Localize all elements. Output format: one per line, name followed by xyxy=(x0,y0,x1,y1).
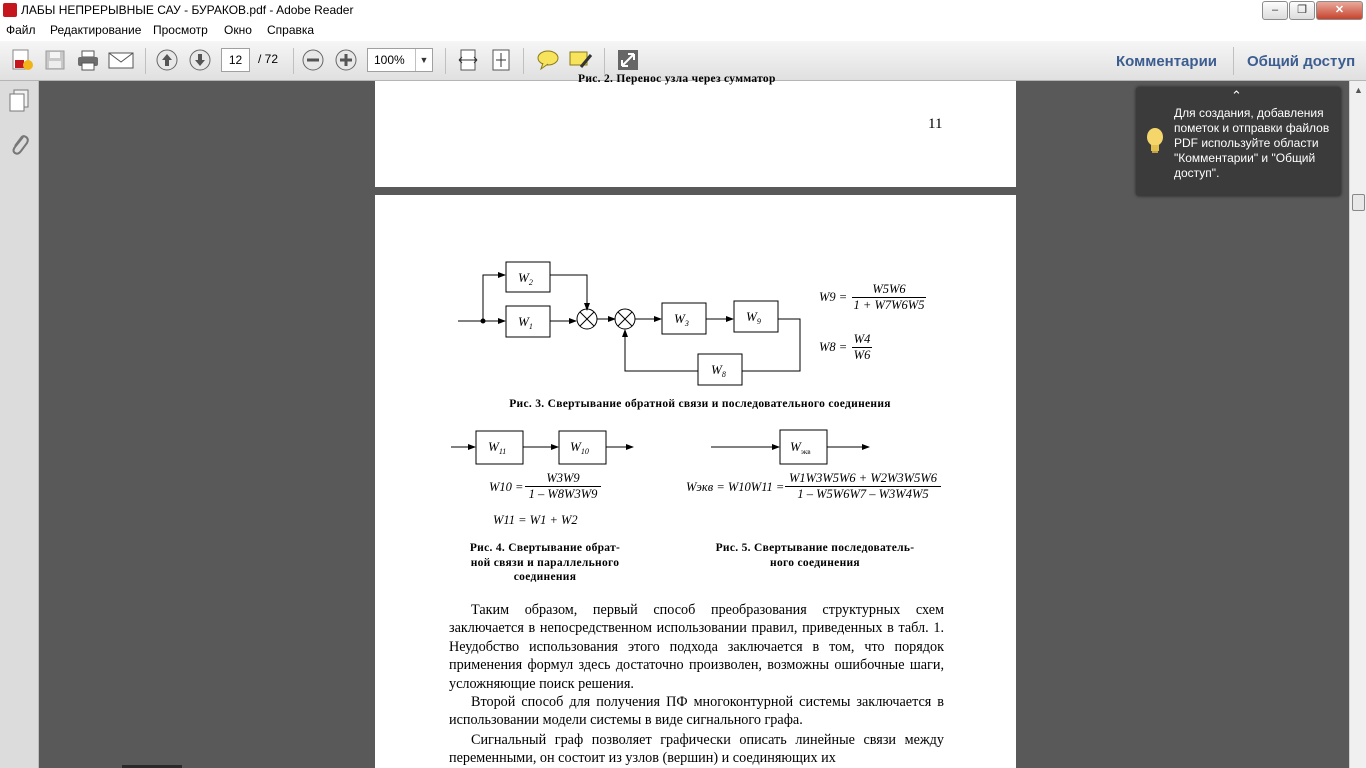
figure-5-caption: Рис. 5. Свертывание последователь- ного … xyxy=(715,542,915,569)
svg-text:Wэкв: Wэкв xyxy=(790,439,811,456)
adobe-reader-icon xyxy=(3,3,17,17)
toolbar-divider xyxy=(523,48,524,74)
svg-text:W11: W11 xyxy=(488,439,506,456)
close-button[interactable]: ✕ xyxy=(1316,1,1363,20)
menu-bar: Файл Редактирование Просмотр Окно Справк… xyxy=(0,21,1366,41)
body-paragraph: Сигнальный граф позволяет графически опи… xyxy=(449,732,944,767)
page-thumbnails-icon[interactable] xyxy=(8,89,30,118)
page-number-input[interactable]: 12 xyxy=(221,48,250,72)
toolbar-divider xyxy=(145,48,146,74)
zoom-value: 100% xyxy=(374,53,405,67)
email-icon[interactable] xyxy=(108,47,134,73)
lightbulb-icon xyxy=(1145,127,1165,160)
menu-view[interactable]: Просмотр xyxy=(153,23,208,37)
toolbar-divider xyxy=(293,48,294,74)
zoom-out-icon[interactable] xyxy=(300,47,326,73)
toolbar-divider xyxy=(1233,47,1234,75)
zoom-select[interactable]: 100% ▼ xyxy=(367,48,433,72)
fit-width-icon[interactable] xyxy=(455,47,481,73)
expand-icon[interactable] xyxy=(615,47,641,73)
svg-text:W10: W10 xyxy=(570,439,589,456)
page-number: 11 xyxy=(928,116,943,132)
minimize-button[interactable]: – xyxy=(1262,1,1288,20)
pdf-page-11: Рис. 2. Перенос узла через сумматор 11 xyxy=(375,73,1016,187)
figure-4-diagram: W11 W10 xyxy=(451,430,634,465)
menu-edit[interactable]: Редактирование xyxy=(50,23,141,37)
menu-file[interactable]: Файл xyxy=(6,23,36,37)
svg-text:W2: W2 xyxy=(518,270,533,287)
body-paragraph: Второй способ для получения ПФ многоконт… xyxy=(449,694,944,729)
menu-window[interactable]: Окно xyxy=(224,23,252,37)
svg-text:W1: W1 xyxy=(518,314,533,331)
comment-icon[interactable] xyxy=(535,47,561,73)
figure-3-caption: Рис. 3. Свертывание обратной связи и пос… xyxy=(509,398,891,410)
chevron-down-icon[interactable]: ▼ xyxy=(415,49,432,71)
figure-4-caption: Рис. 4. Свертывание обрат- ной связи и п… xyxy=(469,542,621,583)
highlight-icon[interactable] xyxy=(568,47,594,73)
figure-3-diagram: W2 W1 W3 W9 W8 xyxy=(458,261,801,386)
chevron-up-icon[interactable]: ⌃ xyxy=(1231,88,1242,104)
maximize-button[interactable]: ❐ xyxy=(1289,1,1315,20)
figure-5-diagram: Wэкв xyxy=(711,429,870,465)
save-icon[interactable] xyxy=(42,47,68,73)
pdf-page-12: W2 W1 W3 W9 W8 W9 = W5W6 1 + W7W6W5 W8 =… xyxy=(375,195,1016,768)
fit-page-icon[interactable] xyxy=(488,47,514,73)
comments-pane-link[interactable]: Комментарии xyxy=(1116,53,1217,70)
next-page-icon[interactable] xyxy=(187,47,213,73)
svg-text:W3: W3 xyxy=(674,311,689,328)
hint-tooltip: ⌃ Для создания, добавления пометок и отп… xyxy=(1136,87,1341,196)
navigation-pane xyxy=(0,81,39,768)
page-total: / 72 xyxy=(258,52,279,66)
create-pdf-icon[interactable] xyxy=(9,47,35,73)
share-pane-link[interactable]: Общий доступ xyxy=(1247,53,1355,70)
body-paragraph: Таким образом, первый способ преобразова… xyxy=(449,602,944,692)
hint-text: Для создания, добавления пометок и отпра… xyxy=(1174,106,1330,180)
window-title: ЛАБЫ НЕПРЕРЫВНЫЕ САУ - БУРАКОВ.pdf - Ado… xyxy=(21,3,354,17)
zoom-in-icon[interactable] xyxy=(333,47,359,73)
title-bar: ЛАБЫ НЕПРЕРЫВНЫЕ САУ - БУРАКОВ.pdf - Ado… xyxy=(0,0,1366,21)
svg-text:W8: W8 xyxy=(711,362,726,379)
figure-caption: Рис. 2. Перенос узла через сумматор xyxy=(578,73,776,85)
menu-help[interactable]: Справка xyxy=(267,23,314,37)
scroll-up-icon[interactable]: ▲ xyxy=(1354,85,1363,95)
svg-text:W9: W9 xyxy=(746,309,761,326)
toolbar-divider xyxy=(445,48,446,74)
attachments-icon[interactable] xyxy=(8,131,30,162)
vertical-scrollbar[interactable]: ▲ xyxy=(1349,81,1366,768)
formula-w11: W11 = W1 + W2 xyxy=(493,513,578,527)
toolbar-divider xyxy=(604,48,605,74)
previous-page-icon[interactable] xyxy=(154,47,180,73)
scrollbar-thumb[interactable] xyxy=(1352,194,1365,211)
print-icon[interactable] xyxy=(75,47,101,73)
